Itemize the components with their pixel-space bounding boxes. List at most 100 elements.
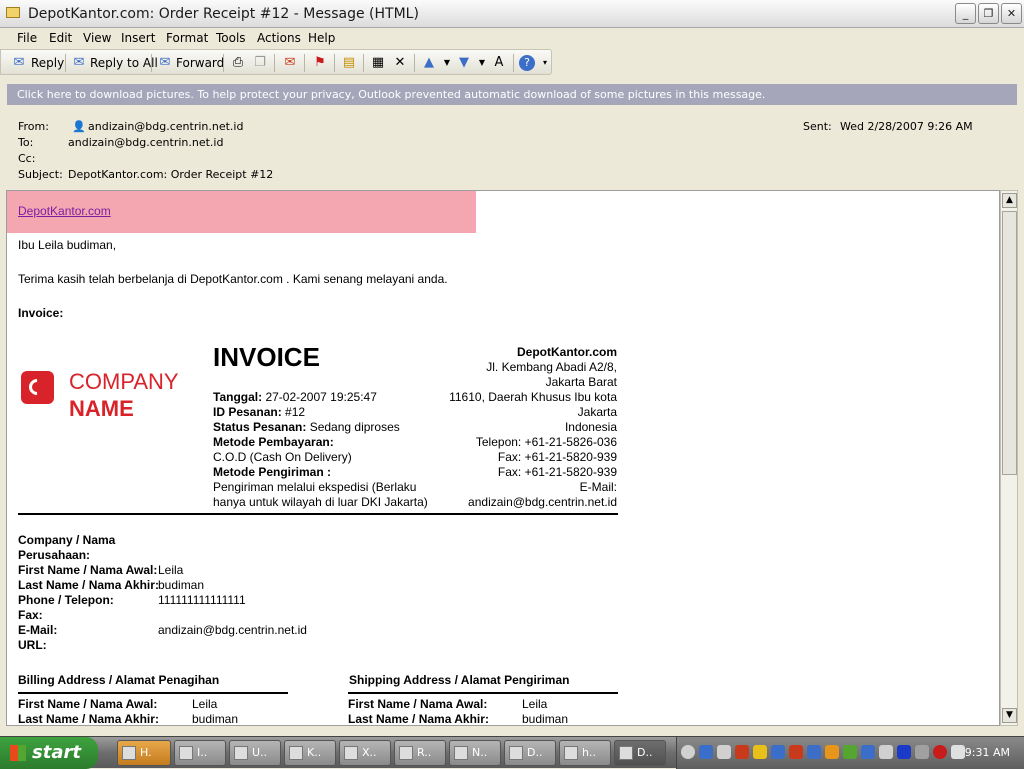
logo-name-text: NAME: [69, 396, 134, 421]
print-icon[interactable]: ⎙: [230, 55, 246, 71]
payment-method-label: Metode Pembayaran:: [213, 435, 334, 449]
tanggal-value: 27-02-2007 19:25:47: [262, 390, 377, 404]
previous-item-icon[interactable]: ▲: [421, 55, 437, 71]
toolbar-separator: [151, 54, 152, 72]
folder-icon[interactable]: ▤: [341, 55, 357, 71]
fax-label: Fax:: [18, 608, 43, 622]
menu-bar: File Edit View Insert Format Tools Actio…: [0, 28, 1024, 48]
menu-format[interactable]: Format: [166, 31, 208, 45]
menu-insert[interactable]: Insert: [121, 31, 155, 45]
volume-icon[interactable]: [951, 745, 965, 759]
depotkantor-link[interactable]: DepotKantor.com: [18, 204, 111, 218]
windows-logo-icon: [10, 745, 26, 761]
from-label: From:: [18, 120, 49, 133]
taskbar-item[interactable]: N..: [449, 740, 501, 766]
to-address[interactable]: andizain@bdg.centrin.net.id: [68, 136, 223, 149]
menu-view[interactable]: View: [83, 31, 111, 45]
firefox-icon: [564, 746, 578, 760]
help-icon[interactable]: ?: [519, 55, 535, 71]
id-label: ID Pesanan:: [213, 405, 282, 419]
taskbar-item[interactable]: D..: [504, 740, 556, 766]
taskbar-item[interactable]: I..: [174, 740, 226, 766]
thank-you-text: Terima kasih telah berbelanja di DepotKa…: [18, 272, 448, 286]
envelope-icon: [509, 746, 523, 760]
message-header: From: 👤 andizain@bdg.centrin.net.id To: …: [0, 112, 1024, 190]
store-phone: Telepon: +61-21-5826-036: [475, 435, 617, 449]
from-address[interactable]: andizain@bdg.centrin.net.id: [88, 120, 243, 133]
menu-file[interactable]: File: [17, 31, 37, 45]
scroll-down-icon[interactable]: ▼: [1002, 708, 1017, 723]
tray-icon[interactable]: [699, 745, 713, 759]
tray-icon[interactable]: [717, 745, 731, 759]
tray-icon[interactable]: [825, 745, 839, 759]
scrollbar-thumb[interactable]: [1002, 211, 1017, 475]
taskbar-item[interactable]: R..: [394, 740, 446, 766]
tray-icon[interactable]: [897, 745, 911, 759]
tray-icon[interactable]: [879, 745, 893, 759]
taskbar-item[interactable]: U..: [229, 740, 281, 766]
tray-icon[interactable]: [915, 745, 929, 759]
billing-first-name-label: First Name / Nama Awal:: [18, 697, 158, 711]
menu-edit[interactable]: Edit: [49, 31, 72, 45]
close-button[interactable]: ✕: [1001, 3, 1022, 24]
reply-all-button[interactable]: Reply to All: [90, 54, 158, 72]
taskbar-item[interactable]: h..: [559, 740, 611, 766]
windows-taskbar: start H. I.. U.. K.. X.. R.. N.. D.. h..…: [0, 736, 1024, 769]
start-label: start: [32, 742, 81, 763]
billing-first-name-value: Leila: [192, 697, 218, 711]
delete-icon[interactable]: ✕: [392, 55, 408, 71]
tray-icon[interactable]: [735, 745, 749, 759]
company-label-2: Perusahaan:: [18, 548, 91, 562]
menu-tools[interactable]: Tools: [216, 31, 246, 45]
billing-title: Billing Address / Alamat Penagihan: [18, 673, 220, 687]
taskbar-item[interactable]: K..: [284, 740, 336, 766]
billing-last-name-value: budiman: [192, 712, 239, 726]
address-book-icon[interactable]: ▦: [370, 55, 386, 71]
flag-icon[interactable]: ⚑: [312, 55, 328, 71]
email-value: andizain@bdg.centrin.net.id: [158, 623, 307, 637]
vertical-scrollbar[interactable]: ▲ ▼: [1000, 190, 1018, 726]
chevron-down-icon[interactable]: ▼: [439, 55, 455, 71]
toolbar-options-icon[interactable]: ▾: [539, 55, 551, 71]
tray-icon[interactable]: [843, 745, 857, 759]
tray-icon[interactable]: [771, 745, 785, 759]
taskbar-item[interactable]: H.: [117, 740, 171, 766]
menu-help[interactable]: Help: [308, 31, 335, 45]
sent-label: Sent:: [803, 120, 832, 133]
tray-icon[interactable]: [861, 745, 875, 759]
taskbar-item[interactable]: X..: [339, 740, 391, 766]
tray-icon[interactable]: [789, 745, 803, 759]
copy-icon[interactable]: ❐: [252, 55, 268, 71]
menu-actions[interactable]: Actions: [257, 31, 301, 45]
download-pictures-infobar[interactable]: Click here to download pictures. To help…: [7, 84, 1017, 105]
app-icon: [122, 746, 136, 760]
store-address-block: DepotKantor.com Jl. Kembang Abadi A2/8, …: [427, 345, 617, 510]
tray-icon[interactable]: [753, 745, 767, 759]
font-size-icon[interactable]: A: [491, 55, 507, 71]
shipping-method-line1: Pengiriman melalui ekspedisi (Berlaku: [213, 480, 417, 494]
scroll-up-icon[interactable]: ▲: [1002, 193, 1017, 208]
title-bar: DepotKantor.com: Order Receipt #12 - Mes…: [0, 0, 1024, 28]
start-button[interactable]: start: [0, 737, 98, 769]
contact-icon: 👤: [72, 120, 86, 133]
phone-label: Phone / Telepon:: [18, 593, 114, 607]
taskbar-item-active[interactable]: D..: [614, 740, 666, 766]
app-icon: [289, 746, 303, 760]
chevron-down-icon[interactable]: ▼: [474, 55, 490, 71]
reply-button[interactable]: Reply: [31, 54, 64, 72]
move-to-folder-icon[interactable]: ✉: [282, 55, 298, 71]
app-icon: [234, 746, 248, 760]
next-item-icon[interactable]: ▼: [456, 55, 472, 71]
maximize-button[interactable]: ❐: [978, 3, 999, 24]
tray-icon[interactable]: [807, 745, 821, 759]
system-clock[interactable]: 9:31 AM: [965, 746, 1010, 759]
store-email: andizain@bdg.centrin.net.id: [468, 495, 617, 509]
toolbar-separator: [223, 54, 224, 72]
minimize-button[interactable]: _: [955, 3, 976, 24]
invoice-label: Invoice:: [18, 306, 64, 320]
tray-icon[interactable]: [933, 745, 947, 759]
forward-button[interactable]: Forward: [176, 54, 224, 72]
tray-expand-icon[interactable]: [681, 745, 695, 759]
app-icon: [179, 746, 193, 760]
firefox-icon: [344, 746, 358, 760]
